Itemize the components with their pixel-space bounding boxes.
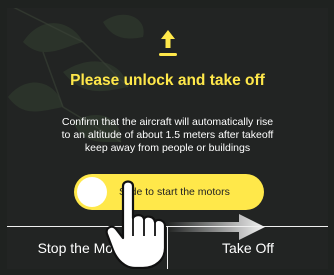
dialog-description: Confirm that the aircraft will automatic… (7, 116, 328, 155)
description-line: to an altitude of about 1.5 meters after… (61, 129, 274, 141)
screen: Please unlock and take off Confirm that … (0, 0, 334, 275)
unlock-dialog: Please unlock and take off Confirm that … (7, 8, 328, 269)
dialog-title: Please unlock and take off (70, 72, 265, 89)
description-line: Confirm that the aircraft will automatic… (61, 116, 274, 128)
take-off-button[interactable]: Take Off (168, 227, 328, 269)
takeoff-icon (159, 30, 177, 56)
description-line: keep away from people or buildings (84, 142, 251, 154)
hand-pointer-icon (105, 180, 167, 269)
